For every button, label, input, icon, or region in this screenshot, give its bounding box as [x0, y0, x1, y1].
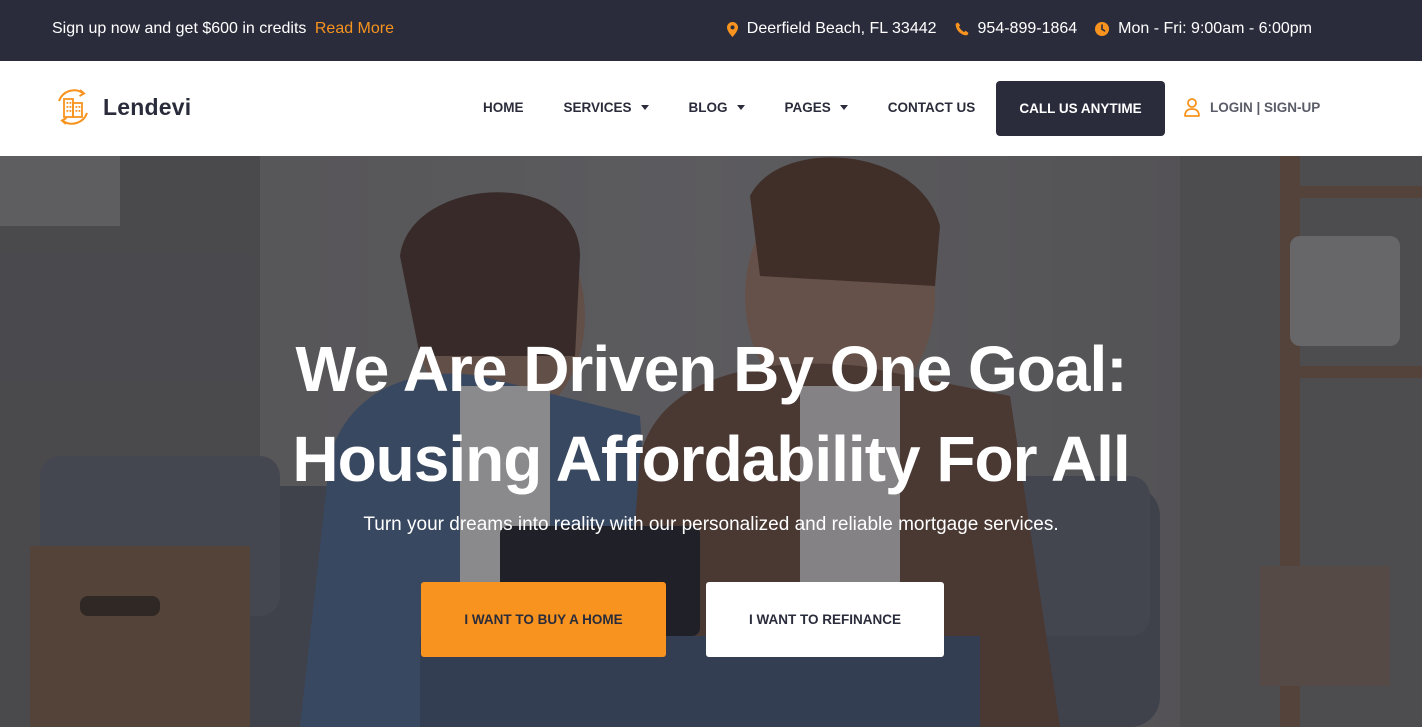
nav-item-contact-us[interactable]: CONTACT US: [888, 100, 976, 115]
hero-title-line-2: Housing Affordability For All: [292, 423, 1130, 495]
login-label: LOGIN | SIGN-UP: [1210, 100, 1321, 115]
hero-subtitle: Turn your dreams into reality with our p…: [363, 514, 1059, 535]
nav-item-blog[interactable]: BLOG: [689, 100, 745, 115]
contact-info: Deerfield Beach, FL 33442 954-899-1864 M…: [709, 20, 1312, 38]
nav-label: PAGES: [784, 100, 831, 115]
nav-label: CONTACT US: [887, 100, 976, 115]
nav-label: SERVICES: [563, 100, 632, 115]
nav-label: BLOG: [688, 100, 728, 115]
user-icon: [1184, 98, 1200, 117]
phone-icon: [955, 22, 969, 36]
hero-title-line-1: We Are Driven By One Goal:: [295, 333, 1127, 405]
logo-building-icon: [58, 89, 88, 125]
promo-banner: Sign up now and get $600 in credits Read…: [52, 20, 394, 38]
buy-home-button[interactable]: I WANT TO BUY A HOME: [421, 582, 666, 657]
hours-text: Mon - Fri: 9:00am - 6:00pm: [1118, 20, 1312, 37]
hero-title: We Are Driven By One Goal: Housing Affor…: [0, 324, 1422, 504]
nav-item-services[interactable]: SERVICES: [564, 100, 649, 115]
address-item: Deerfield Beach, FL 33442: [726, 20, 937, 38]
phone-item[interactable]: 954-899-1864: [955, 20, 1078, 38]
site-header: Lendevi HOME SERVICES BLOG PAGES CONTACT…: [0, 61, 1422, 156]
refinance-button[interactable]: I WANT TO REFINANCE: [706, 582, 944, 657]
main-nav: HOME SERVICES BLOG PAGES CONTACT US: [483, 100, 975, 115]
hours-item: Mon - Fri: 9:00am - 6:00pm: [1095, 20, 1312, 38]
caret-down-icon: [839, 105, 848, 110]
logo[interactable]: Lendevi: [53, 87, 191, 127]
phone-text: 954-899-1864: [977, 20, 1078, 37]
caret-down-icon: [736, 105, 745, 110]
logo-text: Lendevi: [103, 93, 192, 120]
call-us-button[interactable]: CALL US ANYTIME: [996, 81, 1165, 136]
nav-item-home[interactable]: HOME: [483, 100, 524, 115]
login-signup-link[interactable]: LOGIN | SIGN-UP: [1184, 98, 1320, 117]
map-pin-icon: [726, 21, 738, 37]
caret-down-icon: [640, 105, 649, 110]
clock-icon: [1095, 22, 1110, 36]
address-text: Deerfield Beach, FL 33442: [746, 20, 937, 37]
top-bar: Sign up now and get $600 in credits Read…: [0, 0, 1422, 61]
promo-text: Sign up now and get $600 in credits: [52, 20, 307, 37]
read-more-link[interactable]: Read More: [315, 20, 394, 37]
nav-label: HOME: [483, 100, 524, 115]
nav-item-pages[interactable]: PAGES: [785, 100, 848, 115]
hero-section: We Are Driven By One Goal: Housing Affor…: [0, 156, 1422, 727]
